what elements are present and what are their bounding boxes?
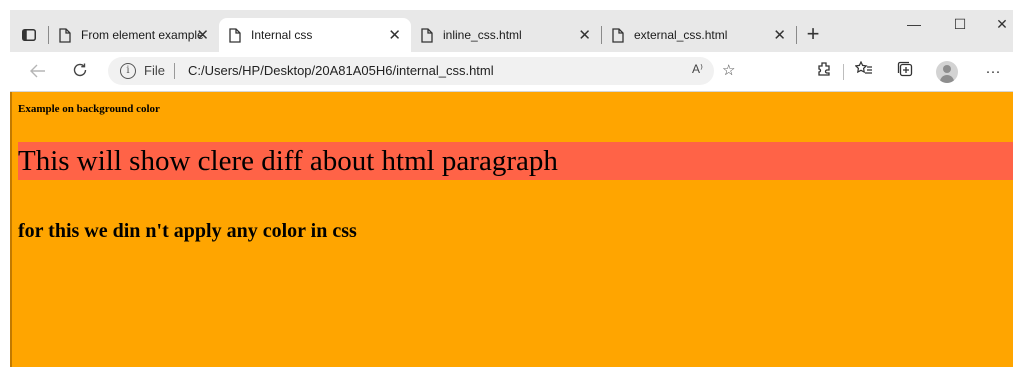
collections-icon[interactable] xyxy=(894,61,916,83)
page-icon xyxy=(421,27,433,43)
tab-actions-icon xyxy=(22,29,36,41)
extensions-icon[interactable] xyxy=(813,61,835,83)
close-tab-icon[interactable]: ✕ xyxy=(388,26,401,44)
background-heading: Example on background color xyxy=(18,103,160,115)
new-tab-button[interactable]: + xyxy=(797,18,829,52)
minimize-button[interactable]: — xyxy=(894,16,934,40)
page-icon xyxy=(612,27,624,43)
toolbar-separator xyxy=(843,64,844,80)
tab-from-element-example[interactable]: From element example ✕ xyxy=(49,18,219,52)
add-favorite-icon[interactable]: ☆ xyxy=(722,61,735,79)
address-bar: i File C:/Users/HP/Desktop/20A81A05H6/in… xyxy=(10,52,1013,92)
page-icon xyxy=(229,27,241,43)
url-text[interactable]: C:/Users/HP/Desktop/20A81A05H6/internal_… xyxy=(188,63,494,78)
tab-strip: From element example ✕ Internal css ✕ in… xyxy=(10,10,1013,52)
back-arrow-icon xyxy=(30,64,45,78)
tab-actions-button[interactable] xyxy=(10,18,48,52)
highlighted-paragraph: This will show clere diff about html par… xyxy=(18,142,1013,180)
browser-window: From element example ✕ Internal css ✕ in… xyxy=(10,10,1013,367)
avatar-body xyxy=(940,75,954,83)
profile-avatar[interactable] xyxy=(936,61,958,83)
refresh-button[interactable] xyxy=(68,60,92,84)
uncolored-heading: for this we din n't apply any color in c… xyxy=(18,220,357,242)
site-info-icon[interactable]: i xyxy=(120,63,136,79)
tab-label: From element example xyxy=(81,28,204,42)
tab-label: inline_css.html xyxy=(443,28,522,42)
tab-inline-css[interactable]: inline_css.html ✕ xyxy=(411,18,601,52)
scheme-label: File xyxy=(144,63,165,78)
page-icon xyxy=(59,27,71,43)
page-viewport: Example on background color This will sh… xyxy=(10,92,1013,367)
back-button[interactable] xyxy=(26,60,50,84)
viewport-edge xyxy=(10,92,12,367)
tab-label: external_css.html xyxy=(634,28,728,42)
more-icon[interactable]: ··· xyxy=(982,61,1004,83)
close-window-button[interactable]: ✕ xyxy=(982,16,1013,40)
close-tab-icon[interactable]: ✕ xyxy=(773,26,786,44)
tab-label: Internal css xyxy=(251,28,313,42)
maximize-button[interactable]: ☐ xyxy=(940,16,980,40)
close-tab-icon[interactable]: ✕ xyxy=(196,26,209,44)
url-field[interactable]: i File C:/Users/HP/Desktop/20A81A05H6/in… xyxy=(108,57,735,85)
tab-external-css[interactable]: external_css.html ✕ xyxy=(602,18,796,52)
url-separator xyxy=(174,63,175,79)
tab-internal-css[interactable]: Internal css ✕ xyxy=(219,18,411,52)
refresh-icon xyxy=(73,63,87,77)
read-aloud-icon[interactable]: A⁾ xyxy=(692,62,703,76)
favorites-icon[interactable] xyxy=(853,60,875,83)
close-tab-icon[interactable]: ✕ xyxy=(578,26,591,44)
avatar-head xyxy=(943,65,951,73)
